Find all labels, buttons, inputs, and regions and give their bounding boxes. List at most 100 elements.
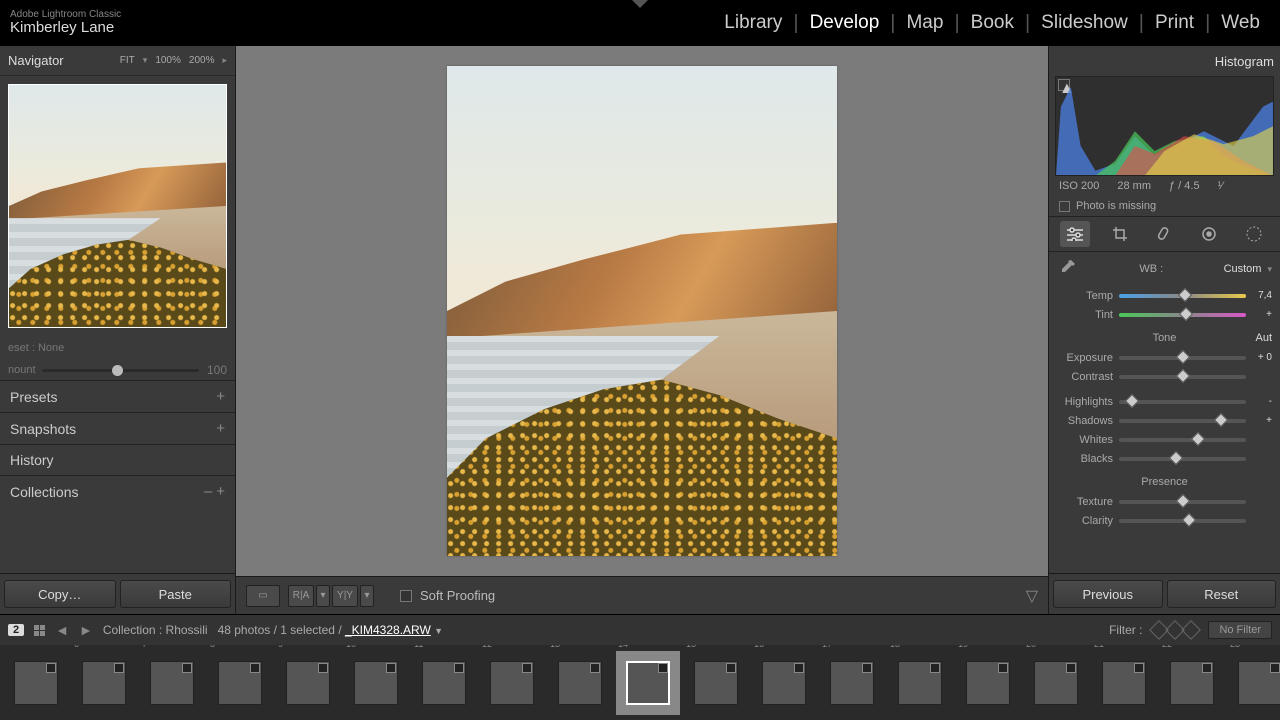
focal-length: 28 mm bbox=[1117, 180, 1151, 192]
auto-tone-button[interactable]: Aut bbox=[1255, 332, 1272, 344]
contrast-slider[interactable]: Contrast bbox=[1057, 367, 1272, 386]
history-panel[interactable]: History bbox=[0, 444, 235, 475]
minus-icon[interactable]: – bbox=[204, 483, 212, 500]
thumbnail[interactable]: 19 bbox=[956, 651, 1020, 715]
filmstrip-thumbs[interactable]: 67891011121314151617181920212223 bbox=[0, 645, 1280, 720]
toolbar-menu-icon[interactable]: ▽ bbox=[1026, 586, 1038, 606]
thumbnail[interactable]: 7 bbox=[140, 651, 204, 715]
identity-plate-bar: Adobe Lightroom Classic Kimberley Lane L… bbox=[0, 0, 1280, 46]
temp-slider[interactable]: Temp7,4 bbox=[1057, 286, 1272, 305]
develop-badge-icon bbox=[114, 663, 124, 673]
wb-eyedropper-icon[interactable] bbox=[1057, 258, 1079, 280]
module-map[interactable]: Map bbox=[896, 12, 953, 34]
paste-button[interactable]: Paste bbox=[120, 580, 232, 608]
loupe-view-icon[interactable]: ▭ bbox=[246, 585, 280, 607]
thumbnail[interactable]: 20 bbox=[1024, 651, 1088, 715]
highlights-slider[interactable]: Highlights- bbox=[1057, 392, 1272, 411]
plus-icon[interactable]: + bbox=[216, 483, 225, 500]
zoom-100[interactable]: 100% bbox=[155, 55, 181, 66]
develop-badge-icon bbox=[182, 663, 192, 673]
nav-back-icon[interactable]: ◄ bbox=[55, 622, 69, 638]
navigator-preview[interactable] bbox=[0, 76, 235, 336]
develop-badge-icon bbox=[318, 663, 328, 673]
thumbnail[interactable]: 6 bbox=[72, 651, 136, 715]
crop-tool-icon[interactable] bbox=[1105, 221, 1135, 247]
identity-plate: Adobe Lightroom Classic Kimberley Lane bbox=[10, 9, 121, 37]
plus-icon[interactable]: + bbox=[216, 388, 225, 405]
photo-missing-warning: Photo is missing bbox=[1049, 196, 1280, 216]
clarity-slider[interactable]: Clarity bbox=[1057, 511, 1272, 530]
basic-panel: WB : Custom ▾ Temp7,4Tint+ ToneAut Expos… bbox=[1049, 252, 1280, 530]
filter-flags[interactable] bbox=[1152, 623, 1198, 637]
histogram[interactable]: ▲ bbox=[1055, 76, 1274, 176]
masking-tool-icon[interactable] bbox=[1194, 221, 1224, 247]
thumbnail[interactable]: 16 bbox=[752, 651, 816, 715]
before-after-copy-icon[interactable]: ▾ bbox=[360, 585, 374, 607]
module-develop[interactable]: Develop bbox=[800, 12, 890, 34]
panel-toggle-top[interactable] bbox=[632, 0, 648, 8]
before-after-menu-icon[interactable]: ▾ bbox=[316, 585, 330, 607]
thumbnail[interactable]: 8 bbox=[208, 651, 272, 715]
image-canvas[interactable] bbox=[236, 46, 1048, 576]
healing-tool-icon[interactable] bbox=[1149, 221, 1179, 247]
thumbnail[interactable]: 13 bbox=[548, 651, 612, 715]
shutter-value: ¹⁄ bbox=[1218, 180, 1224, 192]
filter-preset-dropdown[interactable]: No Filter bbox=[1208, 621, 1272, 639]
copy-button[interactable]: Copy… bbox=[4, 580, 116, 608]
nav-forward-icon[interactable]: ► bbox=[79, 622, 93, 638]
collections-panel[interactable]: Collections –+ bbox=[0, 475, 235, 507]
develop-badge-icon bbox=[726, 663, 736, 673]
navigator-header[interactable]: Navigator FIT▾ 100% 200%▸ bbox=[0, 46, 235, 76]
module-slideshow[interactable]: Slideshow bbox=[1031, 12, 1138, 34]
edit-sliders-icon[interactable] bbox=[1060, 221, 1090, 247]
module-library[interactable]: Library bbox=[714, 12, 792, 34]
module-web[interactable]: Web bbox=[1211, 12, 1270, 34]
module-book[interactable]: Book bbox=[961, 12, 1024, 34]
thumbnail[interactable] bbox=[4, 651, 68, 715]
thumbnail[interactable]: 23 bbox=[1228, 651, 1280, 715]
module-print[interactable]: Print bbox=[1145, 12, 1204, 34]
filmstrip-source[interactable]: Collection : Rhossili bbox=[103, 623, 208, 637]
soft-proof-label: Soft Proofing bbox=[420, 588, 495, 603]
chevron-icon[interactable]: ▾ bbox=[1267, 264, 1272, 275]
thumbnail[interactable]: 14 bbox=[616, 651, 680, 715]
snapshots-panel[interactable]: Snapshots+ bbox=[0, 412, 235, 444]
thumbnail[interactable]: 21 bbox=[1092, 651, 1156, 715]
thumbnail[interactable]: 18 bbox=[888, 651, 952, 715]
zoom-200[interactable]: 200% bbox=[189, 55, 215, 66]
thumbnail[interactable]: 17 bbox=[820, 651, 884, 715]
blacks-slider[interactable]: Blacks bbox=[1057, 449, 1272, 468]
thumbnail[interactable]: 22 bbox=[1160, 651, 1224, 715]
histogram-header[interactable]: Histogram bbox=[1049, 46, 1280, 76]
whites-slider[interactable]: Whites bbox=[1057, 430, 1272, 449]
exposure-slider[interactable]: Exposure+ 0 bbox=[1057, 348, 1272, 367]
before-after-swap-icon[interactable]: Y|Y bbox=[332, 585, 358, 607]
previous-button[interactable]: Previous bbox=[1053, 580, 1163, 608]
reset-button[interactable]: Reset bbox=[1167, 580, 1277, 608]
tint-slider[interactable]: Tint+ bbox=[1057, 305, 1272, 324]
missing-icon bbox=[1059, 201, 1070, 212]
presets-panel[interactable]: Presets+ bbox=[0, 380, 235, 412]
develop-badge-icon bbox=[522, 663, 532, 673]
texture-slider[interactable]: Texture bbox=[1057, 492, 1272, 511]
thumbnail[interactable]: 12 bbox=[480, 651, 544, 715]
module-picker: Library|Develop|Map|Book|Slideshow|Print… bbox=[714, 12, 1270, 35]
wb-dropdown[interactable]: Custom bbox=[1224, 263, 1262, 275]
develop-badge-icon bbox=[1134, 663, 1144, 673]
plus-icon[interactable]: + bbox=[216, 420, 225, 437]
iso-value: ISO 200 bbox=[1059, 180, 1099, 192]
thumbnail[interactable]: 15 bbox=[684, 651, 748, 715]
preset-amount-slider[interactable]: nount 100 bbox=[0, 360, 235, 380]
zoom-fit[interactable]: FIT bbox=[120, 55, 135, 66]
thumbnail[interactable]: 9 bbox=[276, 651, 340, 715]
thumbnail[interactable]: 11 bbox=[412, 651, 476, 715]
shadows-slider[interactable]: Shadows+ bbox=[1057, 411, 1272, 430]
redeye-tool-icon[interactable] bbox=[1239, 221, 1269, 247]
user-name: Kimberley Lane bbox=[10, 20, 121, 37]
right-panel: Histogram ▲ ISO 200 28 mm ƒ / 4.5 ¹⁄ Pho… bbox=[1048, 46, 1280, 614]
grid-view-icon[interactable] bbox=[34, 625, 45, 636]
before-after-lr-icon[interactable]: R|A bbox=[288, 585, 314, 607]
soft-proof-checkbox[interactable] bbox=[400, 590, 412, 602]
thumbnail[interactable]: 10 bbox=[344, 651, 408, 715]
second-window-button[interactable]: 2 bbox=[8, 624, 24, 636]
